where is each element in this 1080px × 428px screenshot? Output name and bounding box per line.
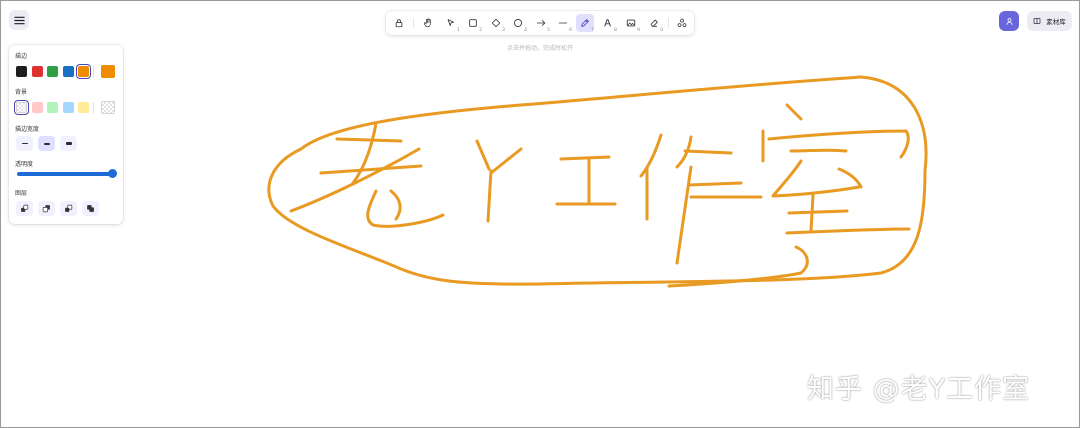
char-shi-stroke bbox=[837, 167, 863, 189]
char-zuo-stroke bbox=[675, 165, 693, 265]
char-ya-stroke bbox=[489, 147, 523, 175]
char-shi-stroke bbox=[785, 227, 911, 235]
char-lao-stroke bbox=[335, 137, 403, 143]
char-gong-stroke bbox=[559, 155, 611, 161]
zhihu-watermark: 知乎 @老Y工作室 bbox=[807, 374, 1031, 405]
freehand-drawing[interactable] bbox=[1, 1, 1080, 428]
char-shi-stroke bbox=[789, 148, 848, 153]
char-zuo-stroke bbox=[687, 181, 743, 187]
char-shi-stroke bbox=[767, 129, 910, 159]
char-lao-stroke bbox=[319, 164, 423, 175]
enclosing-loop-stroke bbox=[267, 75, 928, 286]
char-lao-stroke bbox=[389, 189, 402, 221]
char-shi-stroke bbox=[771, 159, 861, 198]
char-lao-stroke bbox=[366, 189, 445, 228]
char-shi-stroke bbox=[787, 209, 849, 215]
char-zuo-stroke bbox=[639, 133, 663, 178]
char-ya-stroke bbox=[486, 169, 493, 223]
char-zuo-stroke bbox=[683, 149, 733, 155]
char-shi-stroke bbox=[785, 103, 803, 121]
char-ya-stroke bbox=[475, 139, 491, 171]
